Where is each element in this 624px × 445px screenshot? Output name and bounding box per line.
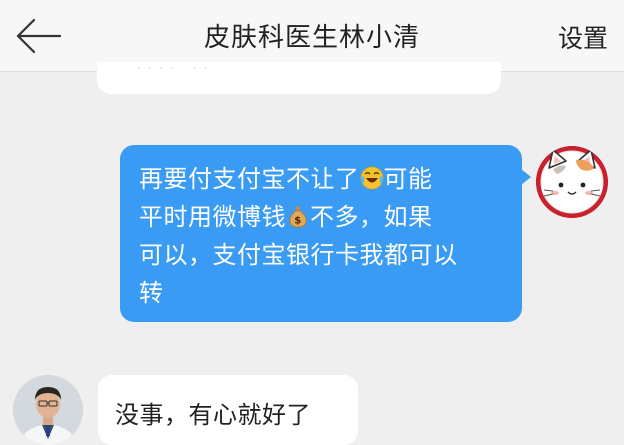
money-bag-emoji-icon: $: [289, 207, 307, 228]
incoming-message-bubble[interactable]: 没事，有心就好了: [98, 375, 358, 445]
previous-message-bubble: ···· ··: [97, 62, 501, 94]
doctor-avatar[interactable]: [13, 375, 83, 445]
message-line: 转: [139, 274, 512, 312]
message-text: 平时用微博钱: [139, 203, 286, 231]
cat-avatar-icon: [536, 146, 608, 218]
message-text: 不多，如果: [310, 203, 433, 231]
doctor-photo-icon: [13, 375, 83, 445]
crying-laughing-emoji-icon: [360, 166, 383, 190]
message-line: 平时用微博钱 $ 不多，如果: [139, 198, 512, 236]
bubble-tail: [521, 169, 531, 185]
message-text: 再要付支付宝不让了: [139, 165, 360, 193]
settings-button[interactable]: 设置: [558, 19, 608, 55]
message-line: 可以，支付宝银行卡我都可以: [139, 236, 512, 274]
message-line: 再要付支付宝不让了 可能: [139, 160, 512, 198]
message-text: 可以，支付宝银行卡我都可以: [139, 241, 458, 269]
truncated-text-residue: ···· ··: [137, 64, 216, 75]
svg-text:$: $: [294, 216, 301, 227]
chat-title: 皮肤科医生林小清: [203, 23, 420, 53]
message-text: 没事，有心就好了: [115, 401, 311, 429]
outgoing-message-bubble[interactable]: 再要付支付宝不让了 可能 平时用微博钱 $ 不多，如果 可以，支付宝银行卡我都可…: [120, 145, 531, 322]
user-avatar[interactable]: [536, 146, 608, 218]
message-text: 转: [139, 279, 164, 307]
message-text: 可能: [383, 165, 433, 193]
